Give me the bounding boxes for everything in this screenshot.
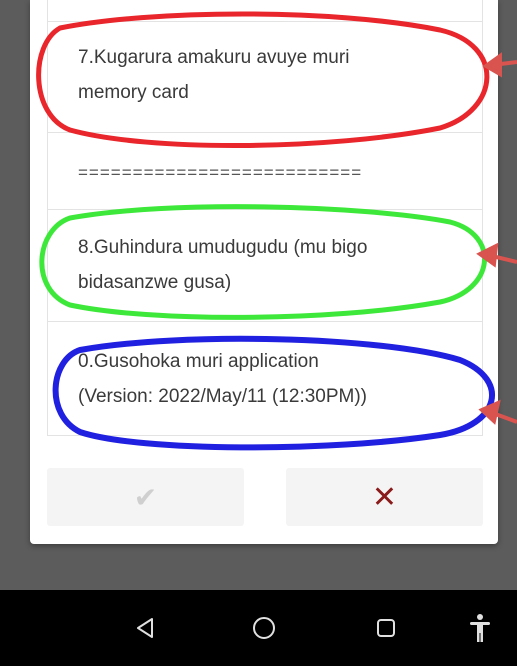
menu-item-label: (Version: 2022/May/11 (12:30PM))	[78, 386, 368, 407]
back-icon	[137, 618, 153, 638]
list-item-previous[interactable]	[47, 0, 483, 22]
system-navigation-bar	[0, 590, 517, 666]
home-button[interactable]	[242, 606, 286, 650]
accessibility-button[interactable]	[458, 606, 502, 650]
menu-separator[interactable]: ==========================	[47, 133, 483, 210]
back-button[interactable]	[124, 606, 168, 650]
cancel-button[interactable]: ✕	[286, 468, 483, 526]
confirm-button[interactable]: ✔	[47, 468, 244, 526]
accessibility-icon	[470, 614, 490, 642]
menu-dialog: 7.Kugarura amakuru avuye muri memory car…	[30, 0, 498, 544]
menu-item-change-village[interactable]: 8.Guhindura umudugudu (mu bigo bidasanzw…	[47, 210, 483, 322]
menu-item-restore-memory-card[interactable]: 7.Kugarura amakuru avuye muri memory car…	[47, 22, 483, 133]
menu-item-exit-application[interactable]: 0.Gusohoka muri application (Version: 20…	[47, 322, 483, 436]
menu-item-label: 8.Guhindura umudugudu (mu bigo	[78, 237, 368, 258]
check-icon: ✔	[133, 481, 158, 513]
home-icon	[253, 617, 275, 639]
separator-text: ==========================	[78, 163, 363, 182]
menu-item-label: memory card	[78, 82, 189, 103]
menu-item-label: 0.Gusohoka muri application	[78, 351, 319, 372]
menu-item-label: 7.Kugarura amakuru avuye muri	[78, 47, 350, 68]
close-icon: ✕	[371, 480, 398, 514]
recents-button[interactable]	[364, 606, 408, 650]
menu-item-label: bidasanzwe gusa)	[78, 272, 232, 293]
recents-icon	[377, 619, 395, 637]
